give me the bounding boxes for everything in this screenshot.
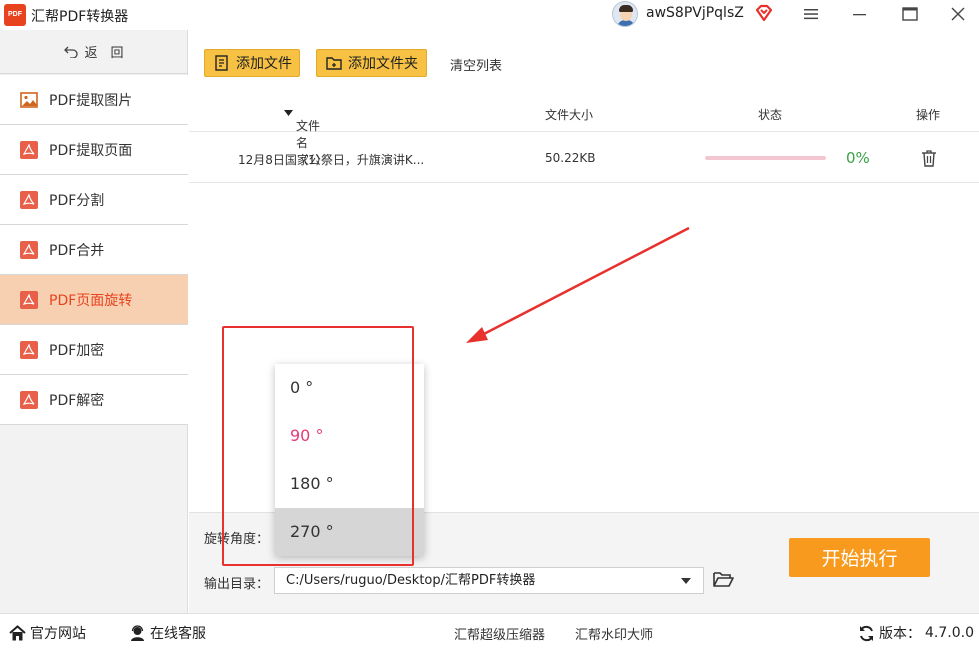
sidebar-item-label: PDF合并 <box>49 242 105 259</box>
version-number: 4.7.0.0 <box>925 625 974 641</box>
column-header-action: 操作 <box>916 108 941 122</box>
add-folder-label: 添加文件夹 <box>348 56 418 72</box>
rotation-option-0[interactable]: 0 ° <box>275 364 424 412</box>
folder-open-icon[interactable] <box>712 570 734 588</box>
file-table-header: 文件名（1） 文件大小 状态 操作 <box>189 95 979 167</box>
avatar-body <box>617 20 635 26</box>
online-support-link[interactable]: 在线客服 <box>129 623 206 643</box>
progress-percent: 0% <box>846 149 870 167</box>
version-label: 版本： <box>879 626 921 642</box>
progress-bar <box>705 156 826 160</box>
back-label: 返 回 <box>84 46 124 61</box>
sidebar-item-label: PDF解密 <box>49 392 105 409</box>
rotation-option-270[interactable]: 270 ° <box>275 508 424 556</box>
sidebar-item-label: PDF提取图片 <box>49 92 133 109</box>
pdf-icon <box>20 240 38 259</box>
sidebar-item-label: PDF提取页面 <box>49 142 133 159</box>
column-header-name[interactable]: 文件名（1） <box>284 106 328 167</box>
add-folder-icon <box>326 57 342 70</box>
pdf-icon <box>20 190 38 209</box>
file-name: 12月8日国家公祭日，升旗演讲K... <box>238 153 425 167</box>
username[interactable]: awS8PVjPqlsZ <box>646 5 744 21</box>
compressor-link[interactable]: 汇帮超级压缩器 <box>454 624 545 643</box>
file-size: 50.22KB <box>545 151 596 165</box>
sidebar-item-label: PDF加密 <box>49 342 105 359</box>
sort-down-icon <box>284 110 293 116</box>
add-file-button[interactable]: 添加文件 <box>204 49 300 77</box>
close-icon[interactable] <box>946 3 970 25</box>
output-label: 输出目录： <box>204 577 270 592</box>
sidebar-item-split[interactable]: PDF分割 <box>0 175 188 225</box>
sidebar-item-encrypt[interactable]: PDF加密 <box>0 325 188 375</box>
vip-diamond-icon[interactable] <box>754 3 774 23</box>
status-bar: 官方网站 在线客服 汇帮超级压缩器 汇帮水印大师 版本： 4.7.0.0 <box>0 613 979 651</box>
home-icon <box>9 624 26 640</box>
sidebar: 返 回 PDF提取图片 PDF提取页面 PDF分割 PDF合并 PDF页面旋转 <box>0 30 188 613</box>
add-file-label: 添加文件 <box>236 56 292 72</box>
sidebar-item-label: PDF分割 <box>49 192 105 209</box>
user-avatar[interactable] <box>612 1 638 27</box>
rotation-dropdown: 0 ° 90 ° 180 ° 270 ° <box>275 364 424 556</box>
sidebar-item-decrypt[interactable]: PDF解密 <box>0 375 188 425</box>
back-arrow-icon <box>64 46 79 58</box>
sidebar-item-extract-images[interactable]: PDF提取图片 <box>0 75 188 125</box>
support-agent-icon <box>131 624 144 641</box>
pdf-icon <box>20 290 38 309</box>
avatar-hair <box>619 5 633 12</box>
sidebar-item-rotate[interactable]: PDF页面旋转 <box>0 275 188 325</box>
official-website-label: 官方网站 <box>30 626 86 642</box>
pdf-icon <box>20 340 38 359</box>
delete-icon[interactable] <box>921 149 937 167</box>
official-website-link[interactable]: 官方网站 <box>9 623 86 643</box>
pdf-icon <box>20 390 38 409</box>
back-button[interactable]: 返 回 <box>0 30 188 74</box>
clear-list-button[interactable]: 清空列表 <box>450 55 502 74</box>
output-path-select[interactable]: C:/Users/ruguo/Desktop/汇帮PDF转换器 <box>274 567 704 594</box>
sidebar-item-label: PDF页面旋转 <box>49 292 133 309</box>
start-button[interactable]: 开始执行 <box>789 538 930 577</box>
minimize-icon[interactable] <box>848 3 872 25</box>
rotation-option-90[interactable]: 90 ° <box>275 412 424 460</box>
rotation-label: 旋转角度： <box>204 532 270 547</box>
add-folder-button[interactable]: 添加文件夹 <box>316 49 427 77</box>
menu-icon[interactable] <box>799 3 823 25</box>
column-header-size: 文件大小 <box>545 108 594 122</box>
image-icon <box>20 91 38 109</box>
sidebar-item-extract-pages[interactable]: PDF提取页面 <box>0 125 188 175</box>
refresh-icon <box>860 625 873 641</box>
column-header-status: 状态 <box>758 108 783 122</box>
pdf-icon <box>20 140 38 159</box>
add-file-icon <box>215 55 228 71</box>
title-bar: PDF 汇帮PDF转换器 awS8PVjPqlsZ <box>0 0 979 30</box>
watermark-link[interactable]: 汇帮水印大师 <box>575 624 653 643</box>
sidebar-item-merge[interactable]: PDF合并 <box>0 225 188 275</box>
table-row[interactable]: 12月8日国家公祭日，升旗演讲K... 50.22KB 0% <box>189 133 979 183</box>
chevron-down-icon <box>681 578 691 584</box>
version-info[interactable]: 版本： 4.7.0.0 <box>858 623 974 643</box>
maximize-icon[interactable] <box>898 3 922 25</box>
app-title: 汇帮PDF转换器 <box>31 9 129 25</box>
output-path-value: C:/Users/ruguo/Desktop/汇帮PDF转换器 <box>286 573 536 588</box>
online-support-label: 在线客服 <box>150 626 206 642</box>
rotation-option-180[interactable]: 180 ° <box>275 460 424 508</box>
app-logo: PDF <box>4 4 26 26</box>
